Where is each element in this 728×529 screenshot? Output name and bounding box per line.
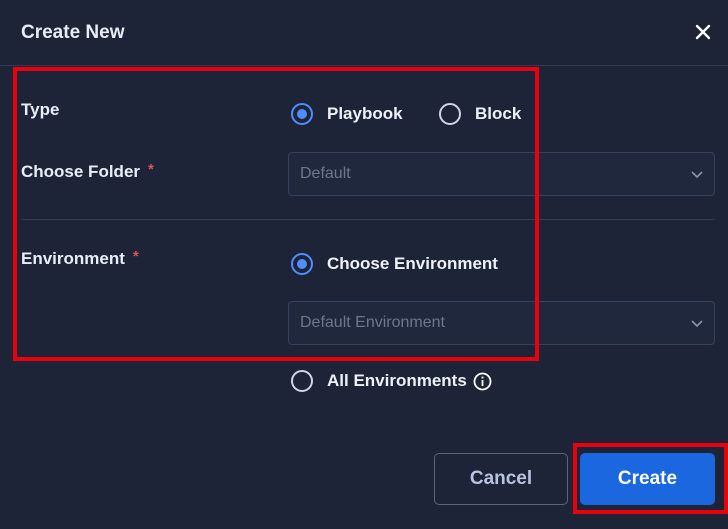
folder-select[interactable]: Default xyxy=(288,152,715,196)
radio-all-environments-label: All Environments xyxy=(327,371,467,390)
choose-folder-label: Choose Folder * xyxy=(21,161,154,182)
dialog-title: Create New xyxy=(21,22,125,43)
dialog-header: Create New xyxy=(0,0,728,66)
environment-select-value: Default Environment xyxy=(300,314,445,331)
radio-choose-environment-circle[interactable] xyxy=(291,253,313,275)
radio-playbook-label: Playbook xyxy=(327,104,403,123)
radio-all-environments[interactable]: All Environments xyxy=(291,370,492,392)
radio-playbook-circle[interactable] xyxy=(291,103,313,125)
environment-label: Environment * xyxy=(21,248,139,269)
radio-choose-environment-label: Choose Environment xyxy=(327,254,498,273)
choose-folder-label-text: Choose Folder xyxy=(21,162,141,181)
type-label-text: Type xyxy=(21,100,60,119)
radio-block-label: Block xyxy=(475,104,522,123)
environment-label-text: Environment xyxy=(21,249,125,268)
chevron-down-icon xyxy=(691,320,703,328)
create-button-label: Create xyxy=(617,468,678,489)
radio-block[interactable]: Block xyxy=(439,103,521,125)
radio-block-circle[interactable] xyxy=(439,103,461,125)
radio-choose-environment[interactable]: Choose Environment xyxy=(291,253,498,275)
create-button[interactable]: Create xyxy=(580,453,715,505)
chevron-down-icon xyxy=(691,171,703,179)
cancel-button-label: Cancel xyxy=(469,468,533,489)
required-mark: * xyxy=(132,248,139,265)
type-label: Type xyxy=(21,100,59,120)
close-icon[interactable] xyxy=(692,20,714,44)
divider xyxy=(21,219,715,220)
required-mark: * xyxy=(148,161,154,178)
create-new-dialog: Create New Type Playbook Block Choose Fo… xyxy=(0,0,728,529)
cancel-button[interactable]: Cancel xyxy=(434,453,568,505)
folder-select-value: Default xyxy=(300,165,351,182)
info-icon[interactable] xyxy=(473,372,492,391)
close-icon-glyph xyxy=(695,24,711,40)
environment-select[interactable]: Default Environment xyxy=(288,301,715,345)
radio-all-environments-circle[interactable] xyxy=(291,370,313,392)
radio-playbook[interactable]: Playbook xyxy=(291,103,403,125)
